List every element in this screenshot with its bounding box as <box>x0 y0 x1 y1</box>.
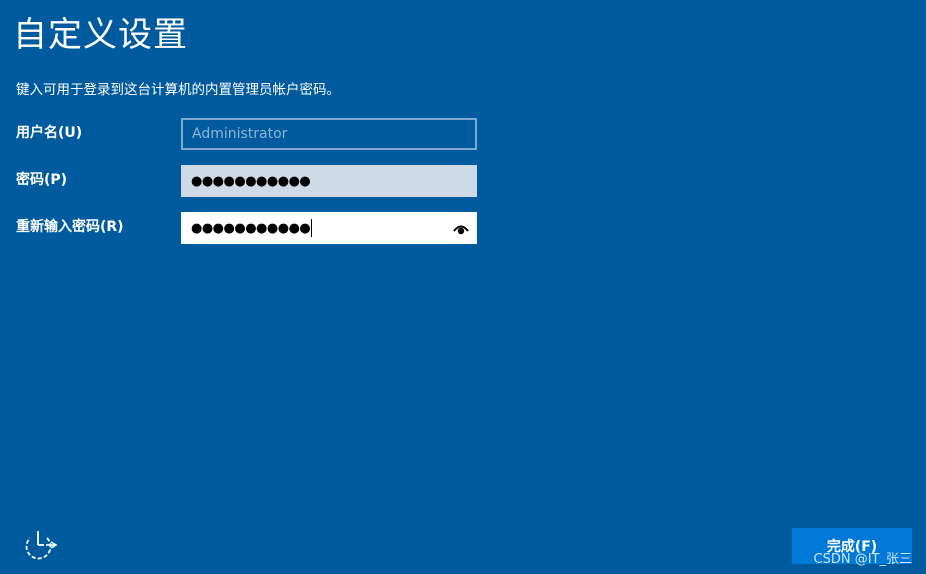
text-caret <box>311 219 313 237</box>
reenter-password-field[interactable]: ●●●●●●●●●●● <box>181 212 477 244</box>
password-field[interactable]: ●●●●●●●●●●● <box>181 165 477 197</box>
reenter-password-input[interactable]: ●●●●●●●●●●● <box>191 212 313 244</box>
page-instructions: 键入可用于登录到这台计算机的内置管理员帐户密码。 <box>16 82 340 98</box>
reenter-password-masked-value: ●●●●●●●●●●● <box>191 220 311 236</box>
password-label: 密码(P) <box>16 172 68 188</box>
watermark: CSDN @IT_张三 <box>813 552 912 567</box>
eye-icon[interactable] <box>453 221 469 235</box>
password-masked-value: ●●●●●●●●●●● <box>191 173 311 189</box>
username-input[interactable] <box>183 120 475 148</box>
ease-of-access-icon[interactable] <box>22 528 58 562</box>
username-label: 用户名(U) <box>16 125 83 141</box>
username-field[interactable] <box>181 118 477 150</box>
page-title: 自定义设置 <box>13 15 188 55</box>
reenter-password-label: 重新输入密码(R) <box>16 219 124 235</box>
